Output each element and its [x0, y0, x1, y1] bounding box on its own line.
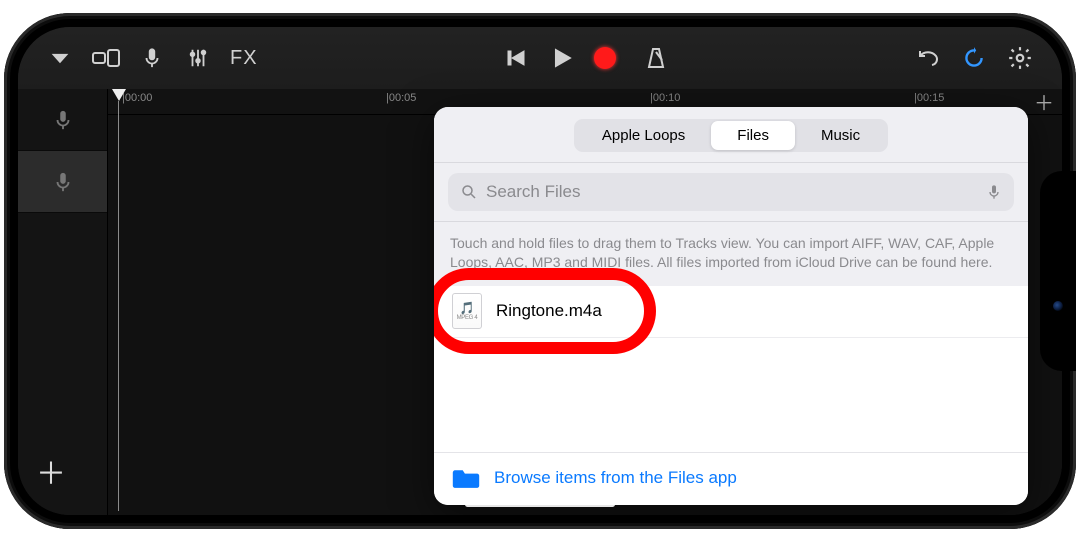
tab-apple-loops[interactable]: Apple Loops: [576, 121, 711, 150]
play-button[interactable]: [548, 44, 576, 72]
add-section-button[interactable]: ＋: [1034, 91, 1054, 111]
ruler-mark: |00:05: [386, 92, 416, 104]
ruler-mark: |00:00: [122, 92, 152, 104]
home-indicator[interactable]: [465, 502, 615, 507]
mixer-button[interactable]: [184, 44, 212, 72]
screen: FX: [18, 27, 1062, 515]
track-header-1[interactable]: [18, 89, 107, 151]
iphone-frame: FX: [4, 13, 1076, 529]
metronome-button[interactable]: [642, 44, 670, 72]
search-icon: [460, 183, 478, 201]
toolbar-right-group: [914, 44, 1034, 72]
undo-button[interactable]: [914, 44, 942, 72]
search-bar: Search Files: [434, 163, 1028, 222]
record-button[interactable]: [594, 47, 616, 69]
track-header-2[interactable]: [18, 151, 107, 213]
ruler-mark: |00:10: [650, 92, 680, 104]
audio-file-icon: 🎵 MPEG 4: [452, 293, 482, 329]
settings-button[interactable]: [1006, 44, 1034, 72]
fx-button[interactable]: FX: [230, 47, 258, 70]
ruler-mark: |00:15: [914, 92, 944, 104]
source-segmented-control: Apple Loops Files Music: [574, 119, 888, 152]
browse-files-app-link[interactable]: Browse items from the Files app: [494, 468, 737, 488]
rewind-button[interactable]: [502, 44, 530, 72]
track-view-button[interactable]: [92, 44, 120, 72]
popover-footer: Browse items from the Files app: [434, 452, 1028, 505]
tab-files[interactable]: Files: [711, 121, 795, 150]
file-name-label: Ringtone.m4a: [496, 301, 602, 321]
dictation-icon[interactable]: [986, 182, 1002, 202]
track-header-column: ＋: [18, 89, 108, 515]
microphone-button[interactable]: [138, 44, 166, 72]
device-notch: [1040, 171, 1076, 371]
file-list: 🎵 MPEG 4 Ringtone.m4a: [434, 286, 1028, 452]
playhead[interactable]: [112, 89, 126, 511]
popover-header: Apple Loops Files Music: [434, 107, 1028, 163]
camera-lens: [1053, 301, 1063, 311]
add-track-button[interactable]: ＋: [36, 449, 66, 493]
folder-icon: [452, 467, 480, 489]
microphone-icon: [52, 109, 74, 131]
loop-browser-popover: Apple Loops Files Music Search Files Tou…: [434, 107, 1028, 505]
view-menu-button[interactable]: [46, 44, 74, 72]
file-row-ringtone[interactable]: 🎵 MPEG 4 Ringtone.m4a: [434, 286, 1028, 338]
search-input[interactable]: Search Files: [448, 173, 1014, 211]
toolbar-left-group: FX: [46, 44, 258, 72]
search-placeholder: Search Files: [486, 182, 580, 202]
loop-browser-button[interactable]: [960, 44, 988, 72]
transport-group: [502, 44, 670, 72]
top-toolbar: FX: [18, 27, 1062, 89]
microphone-icon: [52, 171, 74, 193]
tab-music[interactable]: Music: [795, 121, 886, 150]
import-hint-text: Touch and hold files to drag them to Tra…: [434, 222, 1028, 286]
